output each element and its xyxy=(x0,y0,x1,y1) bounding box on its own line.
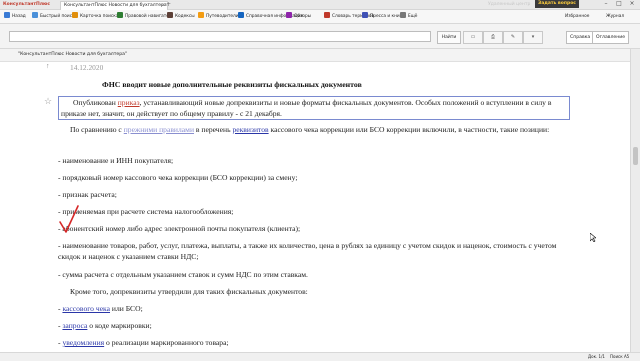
list-item: - порядковый номер кассового чека коррек… xyxy=(58,173,298,182)
tab-document-label: КонсультантПлюс Новости для бухгалтера xyxy=(64,3,167,8)
paragraph-3: Кроме того, допреквизиты утвердили для т… xyxy=(70,287,308,296)
contents-button[interactable]: Оглавление xyxy=(592,31,630,44)
support-link[interactable]: Удаленный центр xyxy=(485,1,541,9)
save-icon[interactable]: ▭ xyxy=(463,31,483,44)
list-item: - наименование товаров, работ, услуг, пл… xyxy=(58,241,557,261)
mouse-cursor-icon xyxy=(590,233,596,242)
toolbar-icon xyxy=(117,12,123,18)
tab-document[interactable]: КонсультантПлюс Новости для бухгалтера × xyxy=(60,1,168,10)
toolbar-icon xyxy=(324,12,330,18)
link-requisites[interactable]: реквизитов xyxy=(232,125,268,134)
favorite-star-icon[interactable]: ☆ xyxy=(44,96,52,107)
toolbar-button-1[interactable]: Быстрый поиск xyxy=(32,12,75,21)
toolbar-icon xyxy=(400,12,406,18)
vertical-scrollbar[interactable] xyxy=(630,49,640,352)
settings-icon[interactable]: ▾ xyxy=(523,31,543,44)
search-mode: Поиск А5 xyxy=(610,354,630,359)
print-icon[interactable]: ⎙ xyxy=(483,31,503,44)
toolbar-icon xyxy=(362,12,368,18)
document-date: 14.12.2020 xyxy=(70,63,104,72)
toolbar-icon xyxy=(238,12,244,18)
toolbar-button-2[interactable]: Карточка поиска xyxy=(72,12,119,21)
toolbar-button-0[interactable]: Назад xyxy=(4,12,26,21)
scrollbar-thumb[interactable] xyxy=(633,147,638,165)
ask-question-button[interactable]: Задать вопрос xyxy=(535,0,579,8)
window-close-icon[interactable]: × xyxy=(626,0,638,8)
list-item: - запроса о коде маркировки; xyxy=(58,321,152,330)
list-item: - уведомления о реализации маркированног… xyxy=(58,338,229,347)
link-cash-receipt[interactable]: кассового чека xyxy=(62,304,110,313)
toolbar-button-7[interactable]: Обзоры xyxy=(286,12,311,21)
page-indicator: Док. 1/1 xyxy=(588,354,605,359)
arrow-up-icon: ↑ xyxy=(46,62,50,70)
search-row: Найти ▭ ⎙ ✎ ▾ Справка Оглавление xyxy=(0,24,640,49)
paragraph-1: Опубликован приказ, устанавливающий новы… xyxy=(58,96,570,120)
toolbar-icon xyxy=(32,12,38,18)
red-checkmark-icon xyxy=(59,205,79,233)
favorites-button[interactable]: Избранное xyxy=(565,12,589,21)
main-toolbar: Назад Быстрый поиск Карточка поиска Правово… xyxy=(0,10,640,24)
toolbar-button-3[interactable]: Правовой навигатор xyxy=(117,12,172,21)
toolbar-icon xyxy=(72,12,78,18)
toolbar-icon xyxy=(286,12,292,18)
minimize-icon[interactable]: – xyxy=(600,0,612,8)
link-notification[interactable]: уведомления xyxy=(62,338,104,347)
help-button[interactable]: Справка xyxy=(566,31,595,44)
maximize-icon[interactable]: □ xyxy=(613,0,625,8)
journal-button[interactable]: Журнал xyxy=(606,12,624,21)
list-item: - признак расчета; xyxy=(58,190,117,199)
toolbar-icon xyxy=(167,12,173,18)
document-source: "КонсультантПлюс Новости для бухгалтера" xyxy=(18,52,128,57)
link-request[interactable]: запроса xyxy=(62,321,87,330)
toolbar-button-5[interactable]: Путеводители xyxy=(198,12,239,21)
toolbar-button-4[interactable]: Кодексы xyxy=(167,12,195,21)
bookmark-icon[interactable]: ✎ xyxy=(503,31,523,44)
document-title: ФНС вводит новые дополнительные реквизит… xyxy=(102,80,362,89)
toolbar-icon xyxy=(4,12,10,18)
list-item: - сумма расчета с отдельным указанием ст… xyxy=(58,270,308,279)
list-item: - применяемая при расчете система налого… xyxy=(58,207,234,216)
paragraph-2: По сравнению с прежними правилами в пере… xyxy=(70,125,550,134)
toolbar-button-9[interactable]: Пресса и книги xyxy=(362,12,405,21)
list-item: - кассового чека или БСО; xyxy=(58,304,143,313)
list-item: - наименование и ИНН покупателя; xyxy=(58,156,174,165)
new-tab-icon[interactable]: + xyxy=(163,1,174,9)
search-input[interactable] xyxy=(9,31,431,42)
title-tab-bar: КонсультантПлюс КонсультантПлюс Новости … xyxy=(0,0,640,10)
link-prikaz[interactable]: приказ xyxy=(118,98,140,107)
search-button[interactable]: Найти xyxy=(437,31,461,44)
document-body: ↑ 14.12.2020 ФНС вводит новые дополнител… xyxy=(0,61,630,353)
document-header: "КонсультантПлюс Новости для бухгалтера" xyxy=(0,49,632,61)
link-previous-rules[interactable]: прежними правилами xyxy=(124,125,194,134)
list-item: - абонентский номер либо адрес электронн… xyxy=(58,224,301,233)
toolbar-icon xyxy=(198,12,204,18)
app-logo: КонсультантПлюс xyxy=(3,2,51,7)
toolbar-button-10[interactable]: Ещё xyxy=(400,12,417,21)
